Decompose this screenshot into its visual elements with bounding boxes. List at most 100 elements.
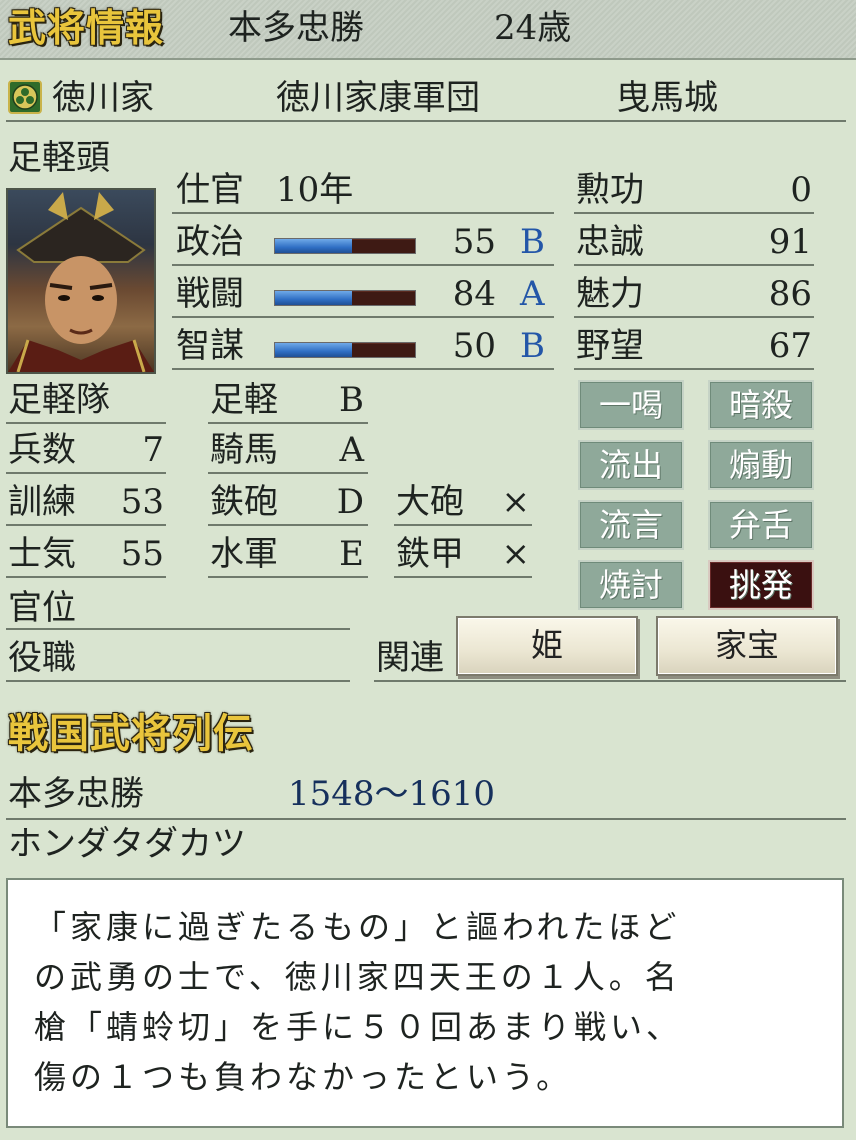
command-button[interactable]: 流出 <box>578 440 684 490</box>
role-label: 役職 <box>8 638 76 678</box>
clan-name: 徳川家 <box>52 78 154 118</box>
trait-underline <box>574 212 814 214</box>
ability-bar <box>274 238 416 254</box>
equipment-underline <box>394 524 532 526</box>
ability-grade: B <box>520 326 545 366</box>
aptitude-label: 騎馬 <box>210 430 278 470</box>
trait-label: 魅力 <box>576 274 644 314</box>
ability-underline <box>172 264 554 266</box>
aptitude-underline <box>208 472 368 474</box>
ability-value: 50 <box>452 326 496 366</box>
trait-row: 忠誠 91 <box>574 222 814 266</box>
unit-stat-label: 訓練 <box>8 482 76 522</box>
trait-row: 勲功 0 <box>574 170 814 214</box>
biography-line: 「家康に過ぎたるもの」と謳われたほど <box>34 908 681 946</box>
ability-grade: A <box>520 274 545 314</box>
equipment-label: 大砲 <box>396 482 464 522</box>
equipment-value: × <box>501 534 531 574</box>
ability-row: 智謀 50 B <box>172 326 554 376</box>
aptitude-label: 足軽 <box>210 380 278 420</box>
unit-stat-row: 訓練 53 <box>6 482 166 528</box>
trait-value: 86 <box>768 274 812 314</box>
trait-label: 勲功 <box>576 170 644 210</box>
relations-label: 関連 <box>376 638 444 678</box>
aptitude-row: 水軍 E <box>208 534 368 580</box>
general-age: 24歳 <box>494 8 572 48</box>
equipment-underline <box>394 576 532 578</box>
trait-value: 67 <box>768 326 812 366</box>
equipment-label: 鉄甲 <box>396 534 464 574</box>
trait-row: 野望 67 <box>574 326 814 370</box>
affiliation-divider <box>6 120 846 122</box>
trait-underline <box>574 264 814 266</box>
trait-underline <box>574 368 814 370</box>
unit-stat-value: 55 <box>120 534 164 574</box>
command-button[interactable]: 弁舌 <box>708 500 814 550</box>
tokugawa-crest-icon <box>8 80 42 114</box>
court-rank-underline <box>6 628 350 630</box>
unit-stat-label: 士気 <box>8 534 76 574</box>
unit-stat-row: 士気 55 <box>6 534 166 580</box>
command-button[interactable]: 暗殺 <box>708 380 814 430</box>
page-title: 武将情報 <box>8 6 165 50</box>
corps-name: 徳川家康軍団 <box>276 78 480 118</box>
unit-stat-underline <box>6 524 166 526</box>
biography-line: 槍「蜻蛉切」を手に５０回あまり戦い、 <box>34 1008 683 1046</box>
ability-value: 55 <box>452 222 496 262</box>
equipment-row: 大砲 × <box>394 482 532 528</box>
aptitude-label: 水軍 <box>210 534 278 574</box>
unit-stat-underline <box>6 472 166 474</box>
ability-bar <box>274 342 416 358</box>
biography-text-box: 「家康に過ぎたるもの」と謳われたほど の武勇の士で、徳川家四天王の１人。名 槍「… <box>6 878 844 1128</box>
biography-title: 戦国武将列伝 <box>8 711 254 757</box>
ability-row: 戦闘 84 A <box>172 274 554 324</box>
unit-stat-underline <box>6 576 166 578</box>
unit-type-underline <box>6 422 166 424</box>
equipment-row: 鉄甲 × <box>394 534 532 580</box>
aptitude-grade: D <box>336 482 364 522</box>
ability-label: 智謀 <box>176 326 244 366</box>
command-button[interactable]: 焼討 <box>578 560 684 610</box>
aptitude-grade: B <box>339 380 364 420</box>
biography-name: 本多忠勝 <box>8 774 144 814</box>
family-treasure-button[interactable]: 家宝 <box>656 616 838 676</box>
aptitude-grade: E <box>339 534 364 574</box>
ability-row: 政治 55 B <box>172 222 554 272</box>
biography-years: 1548～1610 <box>288 774 496 814</box>
trait-label: 忠誠 <box>576 222 644 262</box>
trait-value: 0 <box>790 170 812 210</box>
ability-underline <box>172 368 554 370</box>
service-value: 10年 <box>276 170 354 210</box>
aptitude-underline <box>208 576 368 578</box>
general-name: 本多忠勝 <box>228 8 364 48</box>
biography-line: 傷の１つも負わなかったという。 <box>34 1058 573 1096</box>
unit-stat-value: 7 <box>142 430 164 470</box>
court-rank-label: 官位 <box>8 588 76 628</box>
biography-name-underline <box>6 818 846 820</box>
equipment-value: × <box>501 482 531 522</box>
biography-line: の武勇の士で、徳川家四天王の１人。名 <box>34 958 681 996</box>
trait-label: 野望 <box>576 326 644 366</box>
ability-label: 政治 <box>176 222 244 262</box>
castle-name: 曳馬城 <box>616 78 718 118</box>
command-button-selected[interactable]: 挑発 <box>708 560 814 610</box>
ability-value: 84 <box>452 274 496 314</box>
unit-stat-row: 兵数 7 <box>6 430 166 476</box>
general-portrait <box>6 188 156 374</box>
unit-stat-label: 兵数 <box>8 430 76 470</box>
ability-bar-fill <box>275 343 352 357</box>
aptitude-label: 鉄砲 <box>210 482 278 522</box>
service-label: 仕官 <box>176 170 244 210</box>
princess-button[interactable]: 姫 <box>456 616 638 676</box>
aptitude-row: 騎馬 A <box>208 430 368 476</box>
ability-label: 戦闘 <box>176 274 244 314</box>
command-button[interactable]: 煽動 <box>708 440 814 490</box>
trait-underline <box>574 316 814 318</box>
biography-reading: ホンダタダカツ <box>8 824 246 864</box>
ability-bar-fill <box>275 291 352 305</box>
command-button[interactable]: 流言 <box>578 500 684 550</box>
ability-bar <box>274 290 416 306</box>
aptitude-underline <box>208 422 368 424</box>
relations-underline <box>374 680 846 682</box>
command-button[interactable]: 一喝 <box>578 380 684 430</box>
